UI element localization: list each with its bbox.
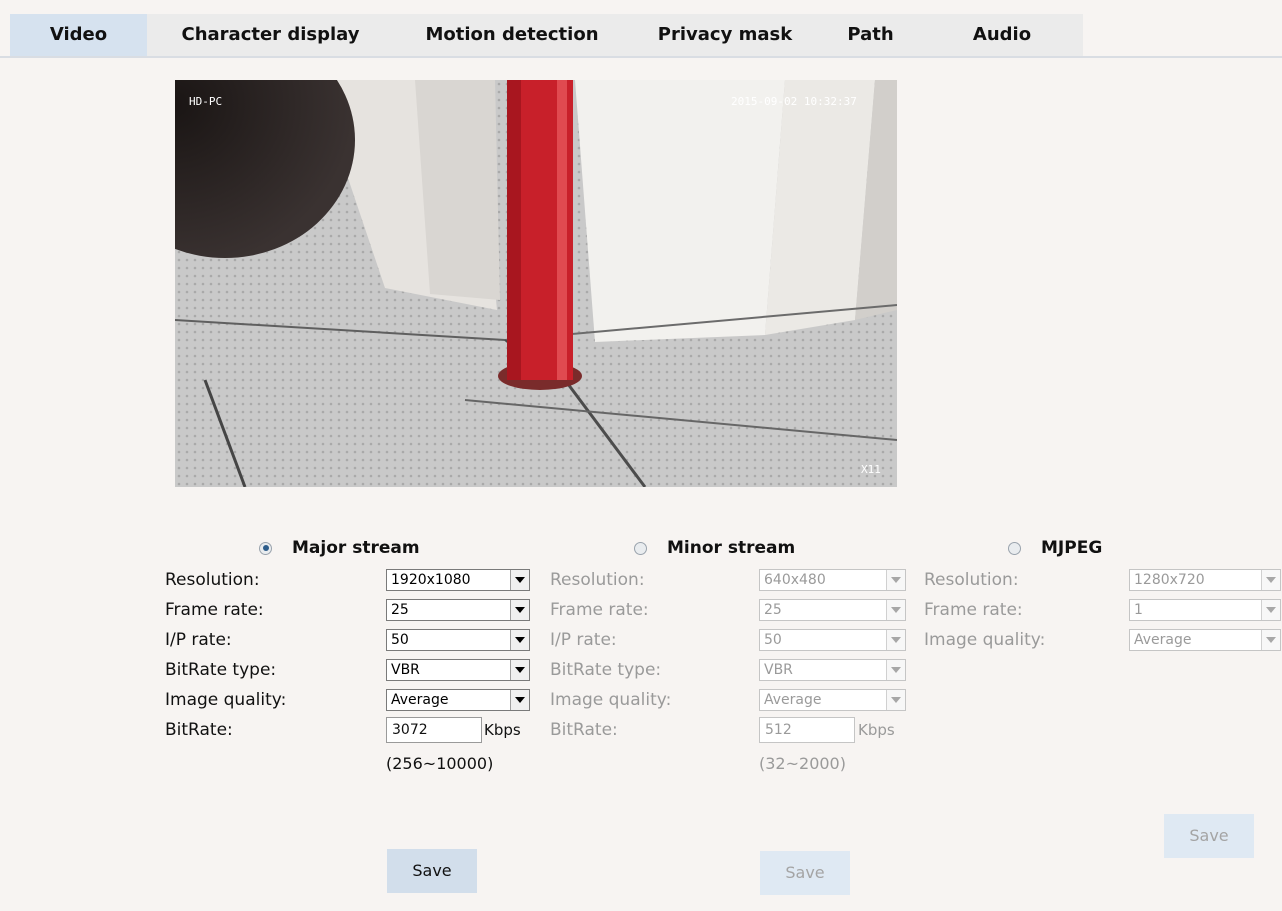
minor-bitratetype-select[interactable]: VBR [759, 659, 906, 681]
video-osd-zoom: X11 [861, 463, 881, 476]
mjpeg-resolution-label: Resolution: [924, 570, 1019, 590]
chevron-down-icon [1261, 600, 1280, 620]
mjpeg-resolution-select[interactable]: 1280x720 [1129, 569, 1281, 591]
minor-stream-header: Minor stream [634, 536, 795, 560]
chevron-down-icon [510, 600, 529, 620]
major-resolution-select[interactable]: 1920x1080 [386, 569, 530, 591]
major-save-button[interactable]: Save [387, 849, 477, 893]
major-bitrate-label: BitRate: [165, 720, 233, 740]
major-bitratetype-label: BitRate type: [165, 660, 277, 680]
tab-path[interactable]: Path [820, 14, 921, 56]
major-stream-radio[interactable] [259, 541, 272, 555]
tab-privacy-mask[interactable]: Privacy mask [630, 14, 820, 56]
chevron-down-icon [886, 600, 905, 620]
minor-bitratetype-value: VBR [764, 662, 793, 678]
chevron-down-icon [886, 630, 905, 650]
tab-strip: Video Character display Motion detection… [10, 14, 1083, 56]
minor-bitrate-range: (32~2000) [759, 754, 846, 773]
chevron-down-icon [886, 570, 905, 590]
mjpeg-quality-label: Image quality: [924, 630, 1046, 650]
major-framerate-value: 25 [391, 602, 409, 618]
major-stream-header: Major stream [259, 536, 420, 560]
minor-quality-select[interactable]: Average [759, 689, 906, 711]
video-osd-datetime: 2015-09-02 10:32:37 [731, 95, 857, 108]
minor-framerate-select[interactable]: 25 [759, 599, 906, 621]
tab-bar: Video Character display Motion detection… [0, 0, 1282, 58]
minor-bitrate-unit: Kbps [858, 721, 895, 739]
chevron-down-icon [1261, 630, 1280, 650]
mjpeg-framerate-value: 1 [1134, 602, 1143, 618]
major-bitratetype-select[interactable]: VBR [386, 659, 530, 681]
chevron-down-icon [510, 570, 529, 590]
major-quality-value: Average [391, 692, 449, 708]
major-framerate-select[interactable]: 25 [386, 599, 530, 621]
major-iprate-select[interactable]: 50 [386, 629, 530, 651]
mjpeg-quality-value: Average [1134, 632, 1192, 648]
minor-resolution-label: Resolution: [550, 570, 645, 590]
major-quality-label: Image quality: [165, 690, 287, 710]
mjpeg-header: MJPEG [1008, 536, 1102, 560]
mjpeg-framerate-label: Frame rate: [924, 600, 1023, 620]
major-bitrate-input[interactable]: 3072 [386, 717, 482, 743]
minor-bitrate-input[interactable]: 512 [759, 717, 855, 743]
minor-resolution-select[interactable]: 640x480 [759, 569, 906, 591]
minor-resolution-value: 640x480 [764, 572, 826, 588]
major-resolution-label: Resolution: [165, 570, 260, 590]
chevron-down-icon [886, 690, 905, 710]
mjpeg-resolution-value: 1280x720 [1134, 572, 1205, 588]
minor-quality-label: Image quality: [550, 690, 672, 710]
tab-motion-detection[interactable]: Motion detection [394, 14, 630, 56]
minor-bitratetype-label: BitRate type: [550, 660, 662, 680]
minor-stream-title: Minor stream [667, 538, 796, 558]
minor-stream-radio[interactable] [634, 541, 647, 555]
video-preview[interactable]: HD-PC 2015-09-02 10:32:37 X11 [175, 80, 897, 487]
camera-scene-image [175, 80, 897, 487]
mjpeg-framerate-select[interactable]: 1 [1129, 599, 1281, 621]
minor-quality-value: Average [764, 692, 822, 708]
minor-iprate-value: 50 [764, 632, 782, 648]
minor-iprate-label: I/P rate: [550, 630, 617, 650]
tab-audio[interactable]: Audio [921, 14, 1083, 56]
minor-save-button[interactable]: Save [760, 851, 850, 895]
chevron-down-icon [1261, 570, 1280, 590]
chevron-down-icon [510, 660, 529, 680]
major-framerate-label: Frame rate: [165, 600, 264, 620]
chevron-down-icon [886, 660, 905, 680]
minor-bitrate-label: BitRate: [550, 720, 618, 740]
major-bitratetype-value: VBR [391, 662, 420, 678]
video-osd-name: HD-PC [189, 95, 223, 108]
major-bitrate-unit: Kbps [484, 721, 521, 739]
major-quality-select[interactable]: Average [386, 689, 530, 711]
tab-character-display[interactable]: Character display [147, 14, 394, 56]
chevron-down-icon [510, 690, 529, 710]
major-iprate-label: I/P rate: [165, 630, 232, 650]
major-resolution-value: 1920x1080 [391, 572, 471, 588]
minor-iprate-select[interactable]: 50 [759, 629, 906, 651]
chevron-down-icon [510, 630, 529, 650]
tab-video[interactable]: Video [10, 14, 147, 56]
minor-framerate-label: Frame rate: [550, 600, 649, 620]
major-iprate-value: 50 [391, 632, 409, 648]
minor-framerate-value: 25 [764, 602, 782, 618]
major-bitrate-range: (256~10000) [386, 754, 494, 773]
mjpeg-title: MJPEG [1041, 538, 1103, 558]
mjpeg-save-button[interactable]: Save [1164, 814, 1254, 858]
mjpeg-quality-select[interactable]: Average [1129, 629, 1281, 651]
mjpeg-radio[interactable] [1008, 541, 1021, 555]
major-stream-title: Major stream [292, 538, 420, 558]
